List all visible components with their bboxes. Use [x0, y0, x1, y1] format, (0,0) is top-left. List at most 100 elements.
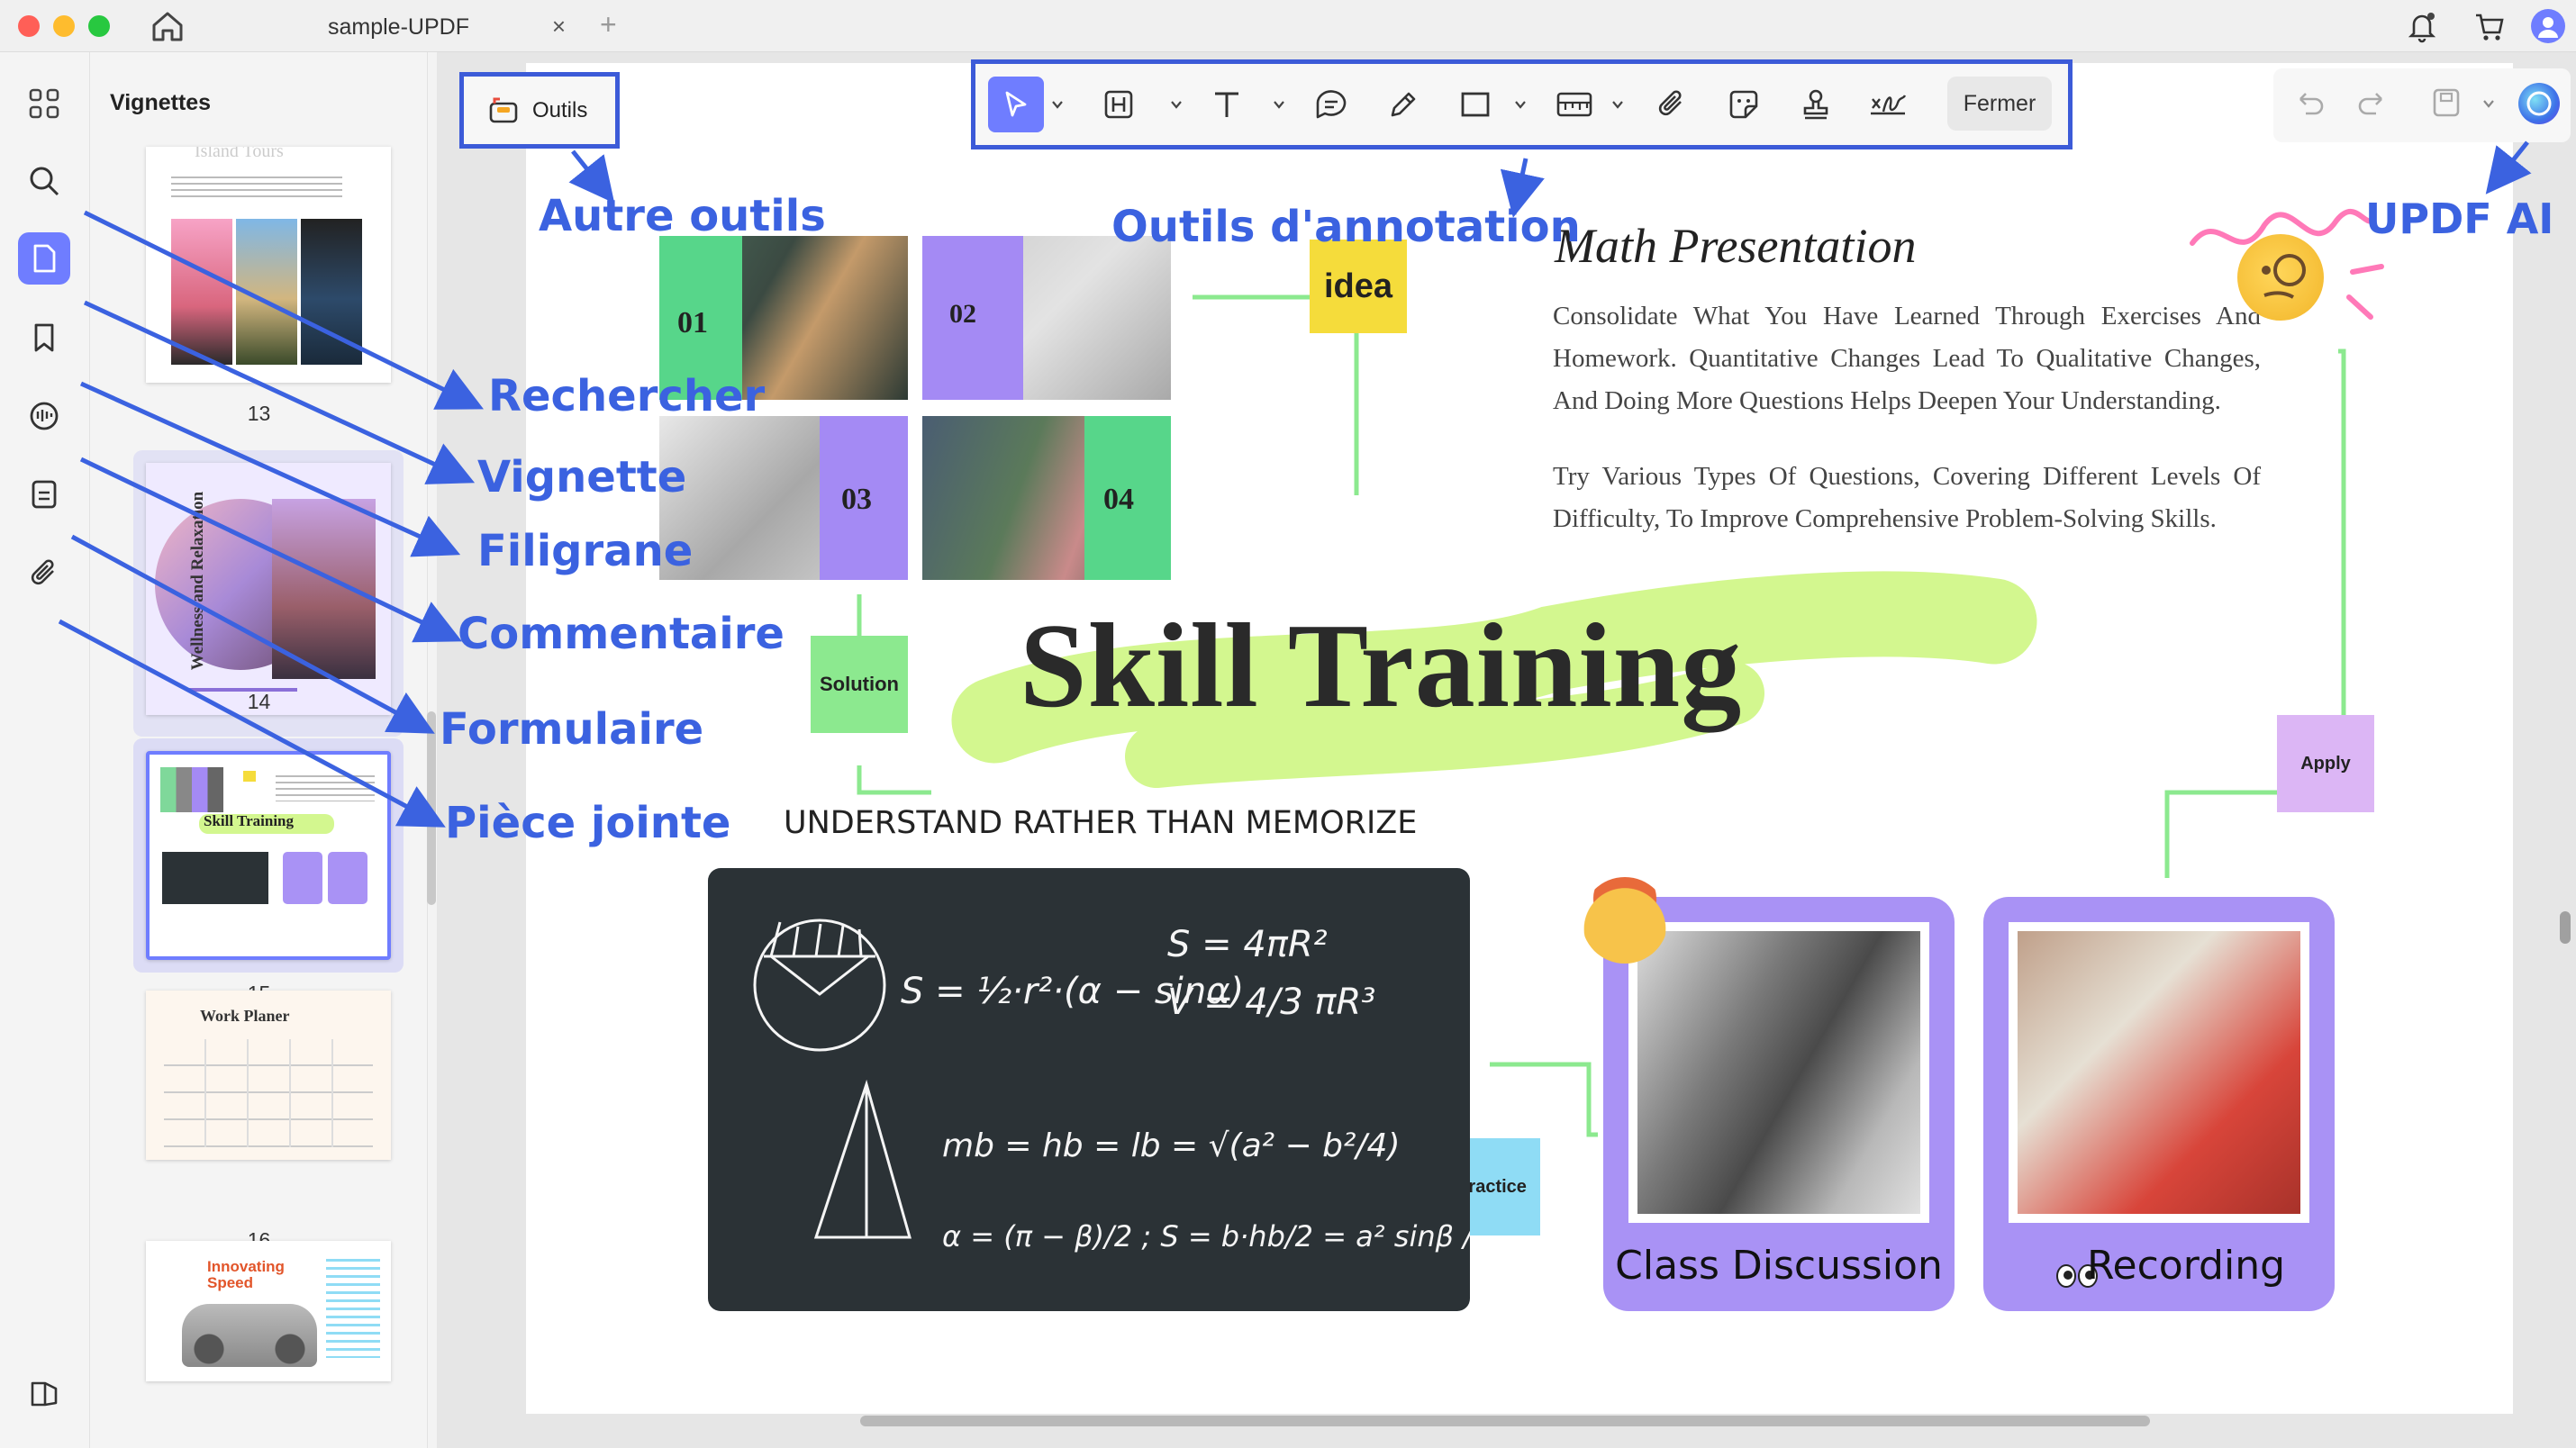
chevron-down-icon[interactable] [1051, 98, 1064, 111]
sticky-apply[interactable]: Apply [2277, 715, 2374, 812]
chalkboard-drawings: S = ½·r²·(α − sinα) S = 4πR² V = 4/3 πR³… [753, 919, 1470, 1253]
thumb-board [162, 852, 268, 904]
thumb-idea [243, 771, 256, 782]
thumbnail-page-16[interactable]: Work Planer [146, 991, 391, 1160]
measure-icon[interactable] [1552, 82, 1597, 127]
card-caption-discussion: Class Discussion [1615, 1243, 1943, 1289]
photo-recording [2018, 931, 2300, 1214]
thumb-text-lines [171, 172, 342, 199]
thumb-title: Skill Training [204, 812, 294, 829]
bell-icon[interactable] [2405, 9, 2439, 43]
callout-commentaire: Commentaire [458, 609, 785, 659]
callout-autre-outils: Autre outils [539, 191, 826, 241]
thumbnail-page-13[interactable]: Island Tours [146, 147, 391, 383]
pencil-icon[interactable] [1381, 82, 1426, 127]
emoji-exploding-head [1582, 877, 1668, 964]
signature-icon[interactable] [1865, 82, 1910, 127]
label-01: 01 [677, 306, 708, 339]
sticker-icon[interactable] [1721, 82, 1766, 127]
card-recording: Recording [1983, 897, 2335, 1311]
text-icon[interactable] [1204, 82, 1249, 127]
save-icon[interactable] [2428, 85, 2464, 121]
label-04: 04 [1103, 483, 1134, 516]
fermer-button[interactable]: Fermer [1947, 77, 2052, 131]
paragraph-2: Try Various Types Of Questions, Covering… [1553, 462, 2261, 533]
chevron-down-icon[interactable] [1611, 98, 1624, 111]
label-03: 03 [841, 483, 872, 516]
horizontal-scrollbar[interactable] [860, 1416, 2150, 1426]
search-icon[interactable] [18, 155, 70, 207]
chevron-down-icon[interactable] [2482, 97, 2495, 110]
thumbnail-scrollbar[interactable] [427, 711, 436, 905]
formula-4: mb = hb = lb = √(a² − b²/4) [942, 1127, 1400, 1164]
grid-icon[interactable] [18, 77, 70, 130]
close-window-button[interactable] [18, 15, 40, 37]
note-icon[interactable] [1309, 82, 1354, 127]
left-icon-rail [0, 52, 90, 1448]
cart-icon[interactable] [2472, 9, 2507, 43]
paragraph-1: Consolidate What You Have Learned Throug… [1553, 302, 2261, 415]
chevron-down-icon[interactable] [1514, 98, 1527, 111]
layers-icon[interactable] [18, 1367, 70, 1419]
thumbnail-page-15[interactable]: Skill Training [146, 751, 391, 960]
updf-ai-icon[interactable] [2518, 83, 2560, 124]
panel-title: Vignettes [110, 90, 212, 115]
callout-formulaire: Formulaire [440, 704, 704, 755]
outils-button[interactable]: Outils [459, 72, 620, 149]
thumbnail-page-14[interactable]: Wellness and Relaxation [146, 463, 391, 715]
annotation-toolbar: Fermer [971, 59, 2073, 149]
thumb-photo [301, 219, 362, 365]
highlight-icon[interactable] [1096, 82, 1141, 127]
thumb-text-lines [276, 771, 375, 801]
redo-icon[interactable] [2354, 85, 2390, 121]
avatar-icon[interactable] [2531, 9, 2565, 43]
card-photo-frame [2009, 922, 2309, 1223]
subtitle: UNDERSTAND RATHER THAN MEMORIZE [784, 805, 1418, 841]
paperclip-icon[interactable] [18, 548, 70, 600]
formula-2: S = 4πR² [1167, 924, 1328, 965]
headline: Skill Training [1020, 599, 1743, 732]
thumb-card [328, 852, 367, 904]
thumb-title: Work Planer [200, 1007, 290, 1025]
thumb-title: Island Tours [195, 147, 284, 161]
thumb-card [283, 852, 322, 904]
thumbnail-page-17[interactable]: Innovating Speed [146, 1241, 391, 1381]
callout-piece-jointe: Pièce jointe [445, 798, 731, 848]
form-icon[interactable] [18, 468, 70, 520]
chevron-down-icon[interactable] [1170, 98, 1183, 111]
thumb-photo [236, 219, 297, 365]
page-icon[interactable] [18, 232, 70, 285]
document-tab[interactable]: sample-UPDF × [279, 5, 585, 49]
undo-icon[interactable] [2291, 85, 2327, 121]
sticky-solution[interactable]: Solution [811, 636, 908, 733]
minimize-window-button[interactable] [53, 15, 75, 37]
thumbnail-panel: Vignettes Island Tours 13 Wellness and R… [90, 52, 428, 1448]
page-number-13: 13 [247, 402, 271, 425]
stamp-icon[interactable] [1793, 82, 1838, 127]
tab-close-icon[interactable]: × [552, 13, 566, 41]
math-title: Math Presentation [1555, 219, 1917, 273]
chevron-down-icon[interactable] [1273, 98, 1285, 111]
thumb-bike [182, 1304, 317, 1367]
thumb-photo [171, 219, 232, 365]
zoom-window-button[interactable] [88, 15, 110, 37]
comment-icon[interactable] [18, 391, 70, 443]
card-photo-frame [1628, 922, 1929, 1223]
new-tab-button[interactable]: + [600, 8, 617, 41]
callout-outils-annotation: Outils d'annotation [1111, 202, 1581, 252]
select-arrow-icon[interactable] [988, 77, 1044, 132]
home-icon[interactable] [149, 7, 186, 45]
thumb-text-lines [326, 1259, 380, 1358]
card-caption-recording: Recording [2086, 1243, 2286, 1289]
attachment-icon[interactable] [1649, 82, 1694, 127]
vertical-scrollbar[interactable] [2560, 911, 2571, 944]
callout-updf-ai: UPDF AI [2365, 195, 2554, 243]
sticky-idea[interactable]: idea [1310, 240, 1407, 333]
bookmark-icon[interactable] [18, 312, 70, 364]
rectangle-icon[interactable] [1453, 82, 1498, 127]
formula-5: α = (π − β)/2 ; S = b·hb/2 = a² sinβ / 2 [942, 1219, 1470, 1253]
callout-vignette: Vignette [477, 452, 687, 502]
emoji-monocle [2237, 234, 2324, 321]
thumb-photo [272, 499, 376, 679]
toolbox-icon [487, 95, 520, 127]
